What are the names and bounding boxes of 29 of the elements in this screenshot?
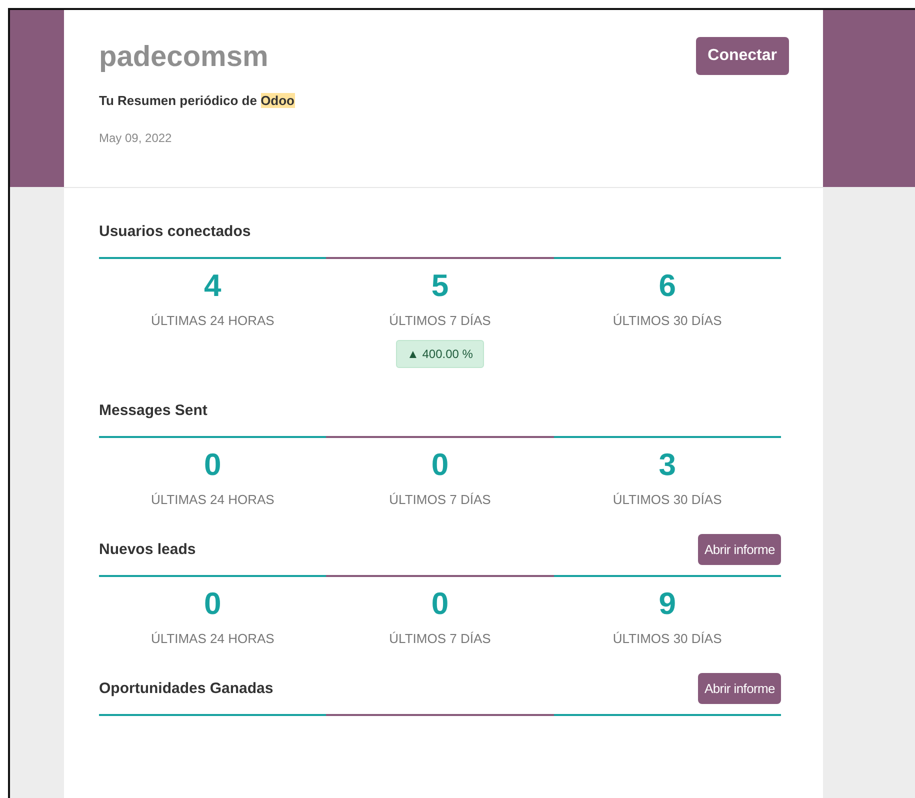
digest-date: May 09, 2022 xyxy=(99,131,173,145)
kpi-value: 9 xyxy=(658,587,676,621)
open-report-button[interactable]: Abrir informe xyxy=(698,534,781,564)
kpi-period-label: ÚLTIMOS 7 DÍAS xyxy=(389,313,491,328)
kpi-value: 3 xyxy=(658,448,676,482)
trend-badge: ▲ 400.00 % xyxy=(396,340,484,368)
kpi-value: 0 xyxy=(204,587,222,621)
kpi-value: 4 xyxy=(204,269,222,303)
company-name: padecomsm xyxy=(99,41,270,74)
digest-subtitle: Tu Resumen periódico de Odoo xyxy=(99,93,294,108)
kpi-value: 5 xyxy=(431,269,449,303)
kpi-period-label: ÚLTIMAS 24 HORAS xyxy=(151,492,274,507)
kpi-period-label: ÚLTIMOS 30 DÍAS xyxy=(612,492,722,507)
kpi-period-label: ÚLTIMOS 30 DÍAS xyxy=(612,313,722,328)
kpi-value: 0 xyxy=(431,587,449,621)
open-report-button[interactable]: Abrir informe xyxy=(698,672,781,704)
section-title: Nuevos leads xyxy=(99,540,196,558)
kpi-period-label: ÚLTIMAS 24 HORAS xyxy=(151,313,274,328)
section-title: Oportunidades Ganadas xyxy=(99,680,274,696)
section-title: Usuarios conectados xyxy=(99,222,251,240)
kpi-period-label: ÚLTIMOS 7 DÍAS xyxy=(389,631,491,646)
kpi-value: 0 xyxy=(204,448,222,482)
kpi-period-label: ÚLTIMOS 30 DÍAS xyxy=(612,631,722,646)
kpi-period-label: ÚLTIMAS 24 HORAS xyxy=(151,631,274,646)
kpi-value: 6 xyxy=(658,269,676,303)
kpi-period-label: ÚLTIMOS 7 DÍAS xyxy=(389,492,491,507)
connect-button[interactable]: Conectar xyxy=(696,37,789,75)
section-title: Messages Sent xyxy=(99,402,208,418)
kpi-value: 0 xyxy=(431,448,449,482)
